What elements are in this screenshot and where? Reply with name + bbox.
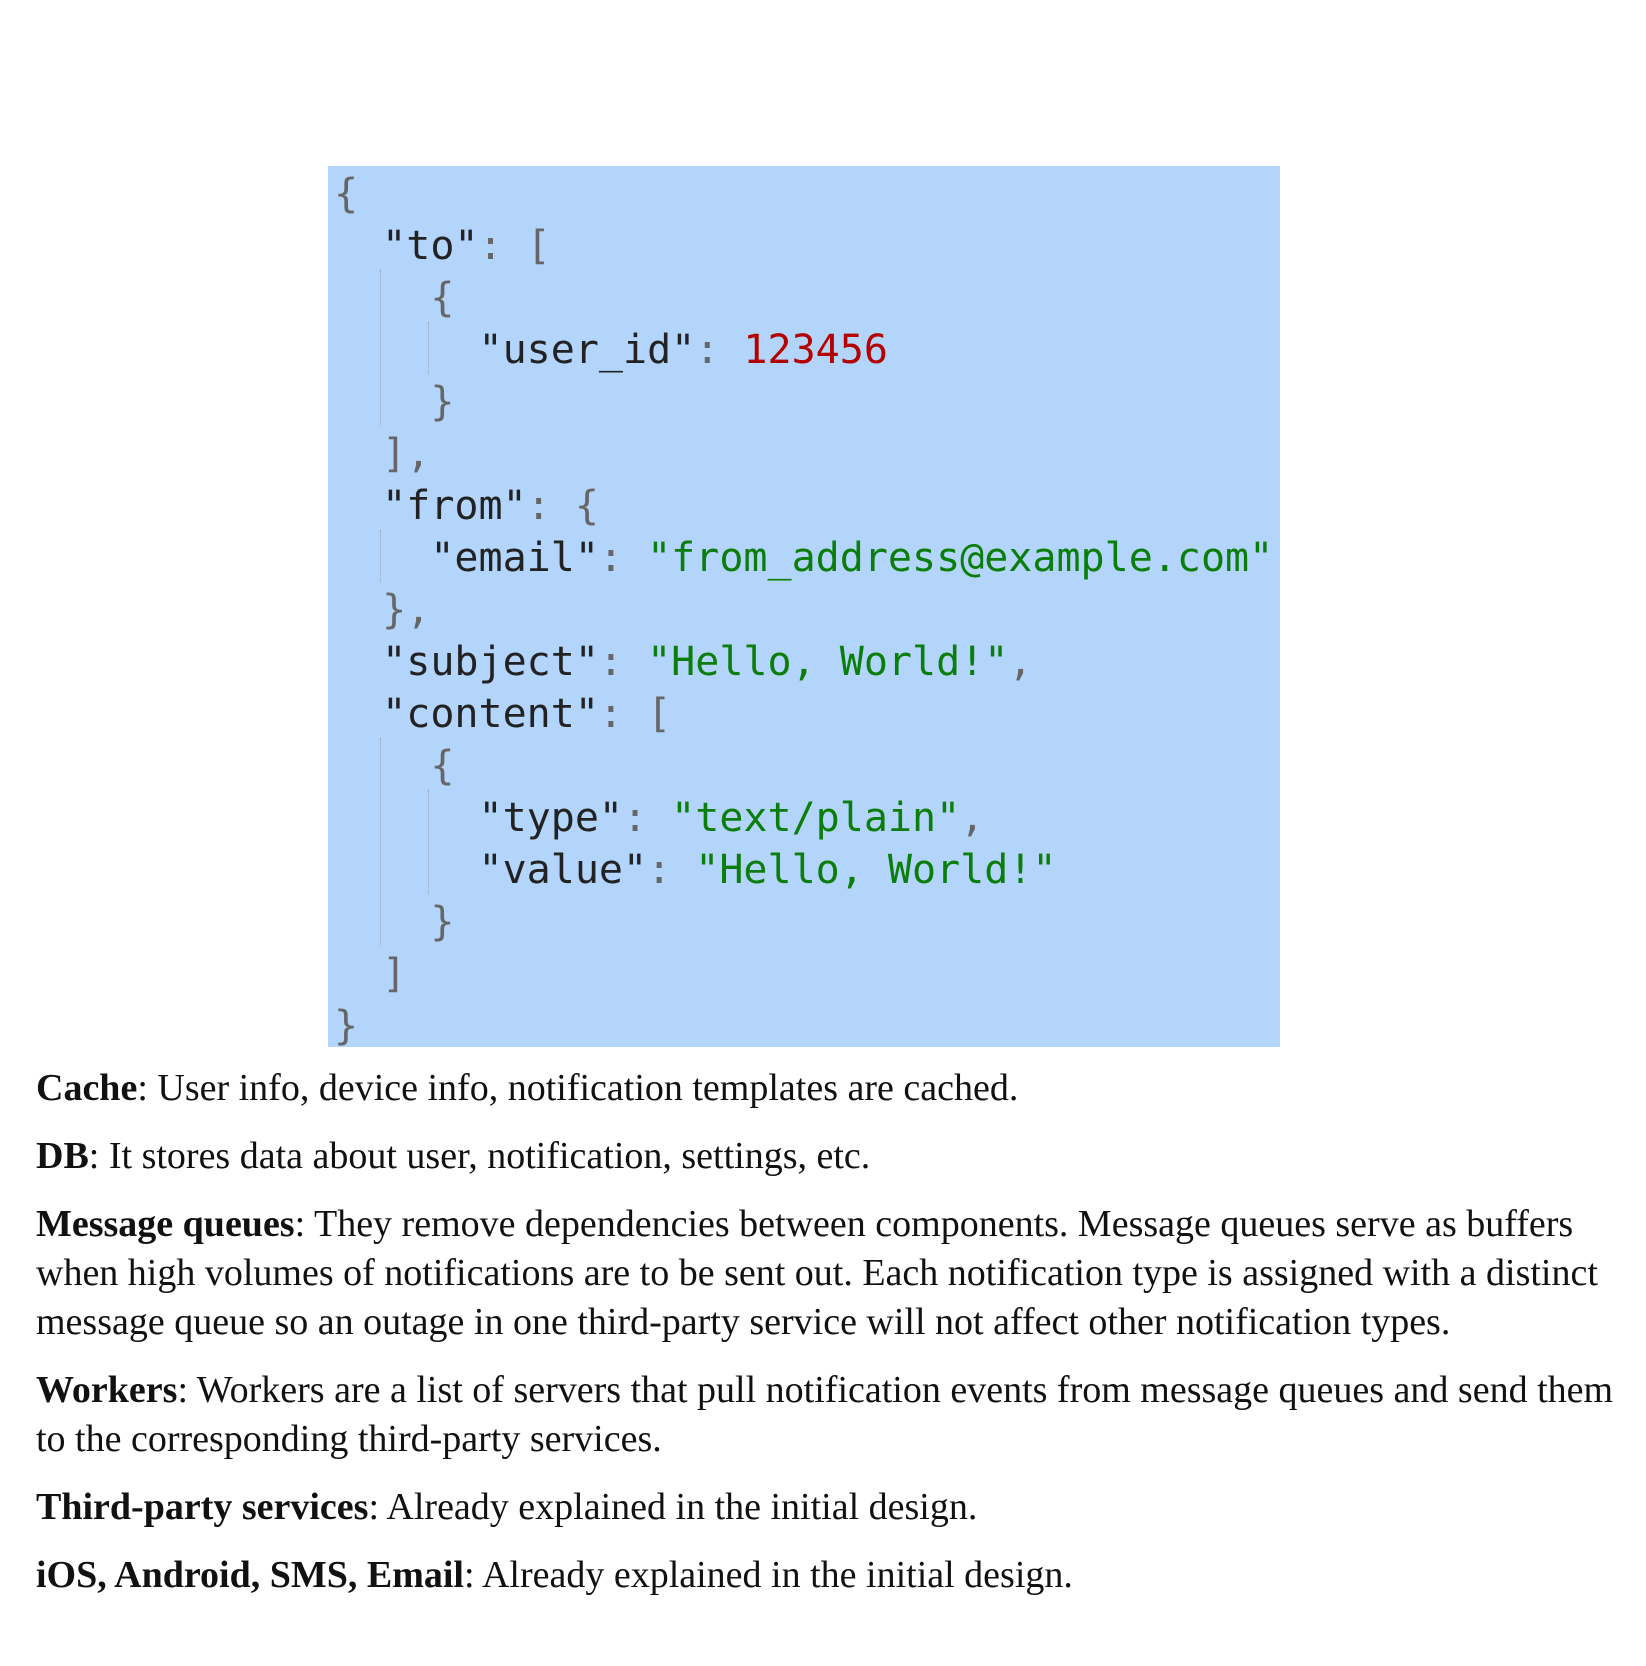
code-token: : (695, 327, 744, 373)
code-line: "to": [ (334, 220, 551, 272)
code-token: }, (334, 587, 431, 633)
code-line: "subject": "Hello, World!", (334, 636, 1032, 688)
code-token: ] (334, 951, 407, 997)
desc-workers: : Workers are a list of servers that pul… (36, 1369, 1614, 1460)
desc-clients: : Already explained in the initial desig… (463, 1554, 1073, 1596)
code-token: : (647, 847, 696, 893)
term-cache: Cache (36, 1067, 138, 1109)
description-text: Cache: User info, device info, notificat… (36, 1064, 1616, 1619)
code-token: ], (334, 431, 431, 477)
code-token: { (334, 743, 455, 789)
code-token: } (334, 1003, 359, 1049)
code-token: "from_address@example.com" (647, 535, 1274, 581)
code-line: } (334, 376, 454, 428)
code-token: "from" (382, 483, 527, 529)
code-token: "email" (430, 535, 599, 581)
code-line: { (334, 740, 454, 792)
desc-cache: : User info, device info, notification t… (137, 1067, 1019, 1109)
code-line: } (334, 1000, 358, 1052)
code-token: "Hello, World!" (695, 847, 1057, 893)
desc-db: : It stores data about user, notificatio… (88, 1135, 871, 1177)
paragraph-cache: Cache: User info, device info, notificat… (36, 1064, 1616, 1113)
code-token: : (598, 535, 648, 581)
code-line: "type": "text/plain", (334, 792, 985, 844)
term-message-queues: Message queues (36, 1203, 295, 1245)
code-token: "type" (478, 795, 624, 841)
paragraph-workers: Workers: Workers are a list of servers t… (36, 1366, 1616, 1464)
code-line: "user_id": 123456 (334, 324, 888, 376)
term-db: DB (36, 1135, 89, 1177)
code-line: "from": { (334, 480, 599, 532)
code-token: "subject" (382, 639, 599, 685)
code-token: { (334, 275, 455, 321)
code-line: { (334, 272, 454, 324)
code-token: , (1008, 639, 1033, 685)
code-token: "user_id" (478, 327, 696, 373)
code-line: { (334, 168, 358, 220)
code-line: ], (334, 428, 430, 480)
paragraph-third-party-services: Third-party services: Already explained … (36, 1483, 1616, 1532)
code-token: : [ (478, 223, 551, 269)
code-token: : (598, 639, 648, 685)
paragraph-clients: iOS, Android, SMS, Email: Already explai… (36, 1551, 1616, 1600)
code-token: "text/plain" (671, 795, 961, 841)
term-workers: Workers (36, 1369, 178, 1411)
code-token: , (960, 795, 985, 841)
code-token: } (334, 379, 455, 425)
term-clients: iOS, Android, SMS, Email (36, 1554, 464, 1596)
paragraph-db: DB: It stores data about user, notificat… (36, 1132, 1616, 1181)
code-token: : (623, 795, 672, 841)
code-token: "content" (382, 691, 599, 737)
code-token: : { (526, 483, 599, 529)
code-token: : [ (598, 691, 672, 737)
code-token: "value" (478, 847, 648, 893)
term-third-party-services: Third-party services (36, 1486, 369, 1528)
code-token: { (334, 171, 359, 217)
code-line: "email": "from_address@example.com" (334, 532, 1273, 584)
json-code-block: { "to": [ { "user_id": 123456 } ], "from… (328, 166, 1280, 1049)
paragraph-message-queues: Message queues: They remove dependencies… (36, 1200, 1616, 1347)
code-token: 123456 (743, 327, 888, 373)
code-token: "to" (382, 223, 479, 269)
code-line: } (334, 896, 454, 948)
code-line: ] (334, 948, 406, 1000)
code-token: } (334, 899, 455, 945)
code-token: "Hello, World!" (647, 639, 1009, 685)
code-line: "value": "Hello, World!" (334, 844, 1057, 896)
desc-third-party-services: : Already explained in the initial desig… (368, 1486, 978, 1528)
code-line: "content": [ (334, 688, 671, 740)
code-line: }, (334, 584, 430, 636)
